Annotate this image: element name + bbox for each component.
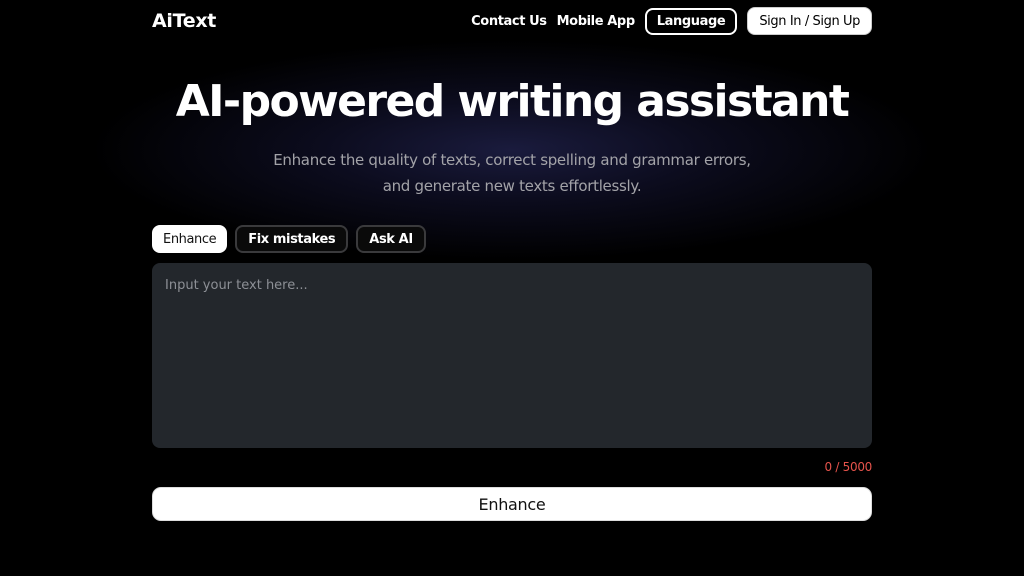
enhance-submit-button[interactable]: Enhance <box>152 487 872 521</box>
text-input[interactable] <box>152 263 872 448</box>
sign-in-button[interactable]: Sign In / Sign Up <box>747 7 872 35</box>
page-title: AI-powered writing assistant <box>175 76 850 127</box>
nav-links: Contact Us Mobile App Language Sign In /… <box>461 7 872 35</box>
top-navigation: AiText Contact Us Mobile App Language Si… <box>152 6 872 36</box>
mode-tabs: Enhance Fix mistakes Ask AI <box>152 225 434 253</box>
tab-fix-mistakes[interactable]: Fix mistakes <box>235 225 349 253</box>
language-button[interactable]: Language <box>644 7 738 35</box>
character-counter: 0 / 5000 <box>824 460 873 474</box>
mobile-app-link[interactable]: Mobile App <box>557 14 636 29</box>
site-logo[interactable]: AiText <box>152 10 216 32</box>
subtitle-line-2: and generate new texts effortlessly. <box>382 177 642 195</box>
page-subtitle: Enhance the quality of texts, correct sp… <box>262 147 762 199</box>
tab-ask-ai[interactable]: Ask AI <box>356 225 426 253</box>
subtitle-line-1: Enhance the quality of texts, correct sp… <box>273 151 751 169</box>
tab-enhance[interactable]: Enhance <box>152 225 228 253</box>
contact-us-link[interactable]: Contact Us <box>471 14 547 29</box>
